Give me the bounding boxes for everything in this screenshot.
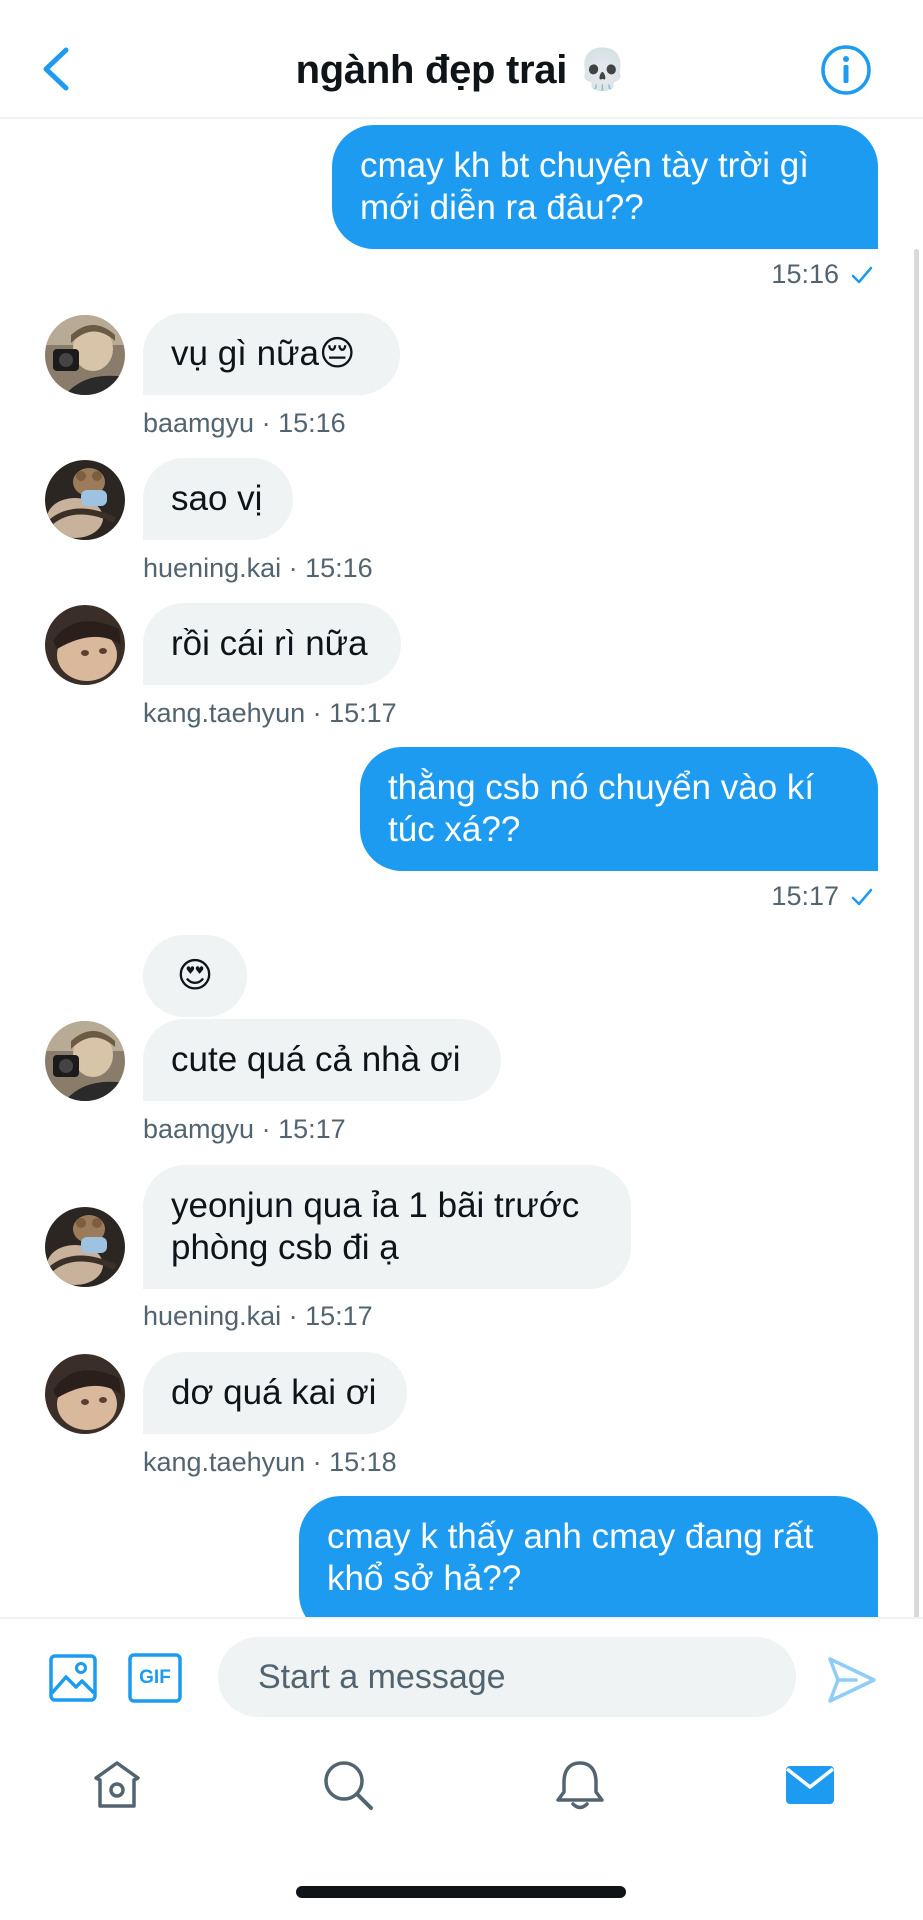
message-meta: baamgyu · 15:17 (143, 1114, 346, 1144)
search-icon[interactable] (321, 1758, 375, 1812)
message-composer: GIF (0, 1617, 923, 1744)
message-meta: huening.kai · 15:17 (143, 1301, 373, 1331)
message-input[interactable] (218, 1637, 796, 1717)
outgoing-message[interactable]: cmay kh bt chuyện tày trời gì mới diễn r… (332, 125, 878, 249)
message-meta: kang.taehyun · 15:17 (143, 698, 397, 728)
incoming-message[interactable]: rồi cái rì nữa (143, 603, 401, 685)
incoming-message[interactable]: 😍 (143, 935, 247, 1017)
avatar-kang-taehyun[interactable] (45, 605, 125, 685)
conversation-title[interactable]: ngành đẹp trai 💀 (0, 46, 923, 93)
scrollbar[interactable] (914, 249, 919, 1619)
home-icon[interactable] (90, 1758, 144, 1812)
incoming-message[interactable]: cute quá cả nhà ơi (143, 1019, 501, 1101)
incoming-message[interactable]: sao vị (143, 458, 293, 540)
avatar-baamgyu[interactable] (45, 315, 125, 395)
avatar-huening-kai[interactable] (45, 1207, 125, 1287)
conversation-header: ngành đẹp trai 💀 (0, 0, 923, 119)
image-icon[interactable] (48, 1653, 98, 1703)
incoming-message[interactable]: yeonjun qua ỉa 1 bãi trước phòng csb đi … (143, 1165, 631, 1289)
sent-check-icon (851, 888, 873, 905)
message-time: 15:17 (771, 881, 839, 911)
home-indicator[interactable] (296, 1886, 626, 1898)
send-icon[interactable] (826, 1655, 878, 1705)
incoming-message[interactable]: vụ gì nữa😔 (143, 313, 400, 395)
outgoing-message[interactable]: cmay k thấy anh cmay đang rất khổ sở hả?… (299, 1496, 878, 1619)
avatar-huening-kai[interactable] (45, 460, 125, 540)
outgoing-message[interactable]: thằng csb nó chuyển vào kí túc xá?? (360, 747, 878, 871)
message-meta: 15:16 (771, 259, 873, 290)
message-meta: baamgyu · 15:16 (143, 408, 346, 438)
message-time: 15:16 (771, 259, 839, 289)
mail-icon[interactable] (784, 1758, 836, 1812)
avatar-baamgyu[interactable] (45, 1021, 125, 1101)
bottom-tab-bar (0, 1742, 923, 1842)
gif-label: GIF (139, 1667, 171, 1688)
avatar-kang-taehyun[interactable] (45, 1354, 125, 1434)
gif-button[interactable]: GIF (128, 1653, 182, 1703)
message-meta: huening.kai · 15:16 (143, 553, 373, 583)
incoming-message[interactable]: dơ quá kai ơi (143, 1352, 407, 1434)
info-icon[interactable] (820, 44, 872, 96)
bell-icon[interactable] (553, 1758, 607, 1812)
message-meta: 15:17 (771, 881, 873, 912)
sent-check-icon (851, 266, 873, 283)
message-list[interactable]: cmay kh bt chuyện tày trời gì mới diễn r… (0, 119, 923, 1619)
message-meta: kang.taehyun · 15:18 (143, 1447, 397, 1477)
